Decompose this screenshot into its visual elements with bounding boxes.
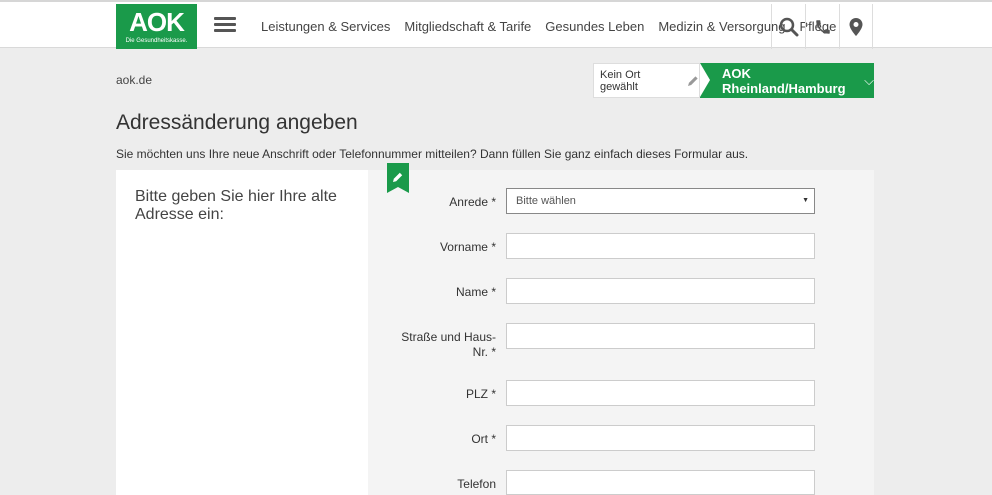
region-name: AOK Rheinland/Hamburg bbox=[722, 65, 846, 96]
chevron-down-icon: ⌵ bbox=[864, 72, 874, 88]
phone-icon bbox=[815, 19, 830, 34]
aok-logo[interactable]: AOK Die Gesundheitskasse. bbox=[116, 4, 197, 49]
caret-down-icon: ▼ bbox=[802, 197, 809, 204]
location-pin-icon bbox=[849, 17, 863, 36]
form-row-anrede: Anrede * Bitte wählen ▼ bbox=[368, 188, 874, 215]
telefon-input[interactable] bbox=[506, 470, 815, 495]
page-title: Adressänderung angeben bbox=[116, 111, 358, 134]
nav-gesundes-leben[interactable]: Gesundes Leben bbox=[545, 19, 644, 34]
anrede-selected-value: Bitte wählen bbox=[516, 195, 576, 207]
form-row-strasse: Straße und Haus- Nr. * bbox=[368, 323, 874, 363]
search-button[interactable] bbox=[771, 4, 805, 49]
location-selector[interactable]: Kein Ort gewählt bbox=[593, 63, 700, 98]
form-row-ort: Ort * bbox=[368, 425, 874, 452]
name-input[interactable] bbox=[506, 278, 815, 304]
vorname-label: Vorname * bbox=[439, 240, 496, 254]
logo-tagline: Die Gesundheitskasse. bbox=[125, 38, 188, 44]
name-label: Name * bbox=[455, 285, 496, 299]
form-row-plz: PLZ * bbox=[368, 380, 874, 407]
breadcrumb[interactable]: aok.de bbox=[116, 73, 152, 87]
anrede-label: Anrede * bbox=[449, 195, 496, 209]
strasse-label: Straße und Haus- Nr. * bbox=[401, 330, 496, 360]
ort-label: Ort * bbox=[471, 432, 496, 446]
location-label: Kein Ort gewählt bbox=[600, 68, 641, 93]
form-row-telefon: Telefon bbox=[368, 470, 874, 495]
form-row-vorname: Vorname * bbox=[368, 233, 874, 260]
strasse-input[interactable] bbox=[506, 323, 815, 349]
nav-mitgliedschaft-tarife[interactable]: Mitgliedschaft & Tarife bbox=[404, 19, 531, 34]
nav-medizin-versorgung[interactable]: Medizin & Versorgung bbox=[658, 19, 785, 34]
plz-input[interactable] bbox=[506, 380, 815, 406]
anrede-select[interactable]: Bitte wählen ▼ bbox=[506, 188, 815, 214]
phone-button[interactable] bbox=[805, 4, 839, 49]
form-section-header: Bitte geben Sie hier Ihre alte Adresse e… bbox=[116, 170, 368, 495]
search-icon bbox=[779, 17, 798, 36]
intro-text: Sie möchten uns Ihre neue Anschrift oder… bbox=[116, 147, 749, 161]
strasse-label-line2: Nr. * bbox=[472, 345, 496, 359]
ort-input[interactable] bbox=[506, 425, 815, 451]
telefon-label: Telefon bbox=[457, 477, 496, 491]
pencil-icon bbox=[688, 75, 698, 86]
menu-icon[interactable] bbox=[214, 17, 236, 33]
strasse-label-line1: Straße und Haus- bbox=[401, 330, 496, 344]
vorname-input[interactable] bbox=[506, 233, 815, 259]
plz-label: PLZ * bbox=[465, 387, 496, 401]
main-nav: Leistungen & Services Mitgliedschaft & T… bbox=[254, 2, 843, 50]
logo-wordmark: AOK bbox=[129, 7, 185, 37]
location-button[interactable] bbox=[839, 4, 873, 49]
form-row-name: Name * bbox=[368, 278, 874, 305]
region-selector: Kein Ort gewählt AOK Rheinland/Hamburg ⌵ bbox=[593, 63, 874, 98]
nav-leistungen-services[interactable]: Leistungen & Services bbox=[261, 19, 390, 34]
region-button[interactable]: AOK Rheinland/Hamburg ⌵ bbox=[700, 63, 874, 98]
section-title: Bitte geben Sie hier Ihre alte Adresse e… bbox=[135, 188, 337, 223]
site-header: AOK Die Gesundheitskasse. Leistungen & S… bbox=[0, 0, 992, 50]
